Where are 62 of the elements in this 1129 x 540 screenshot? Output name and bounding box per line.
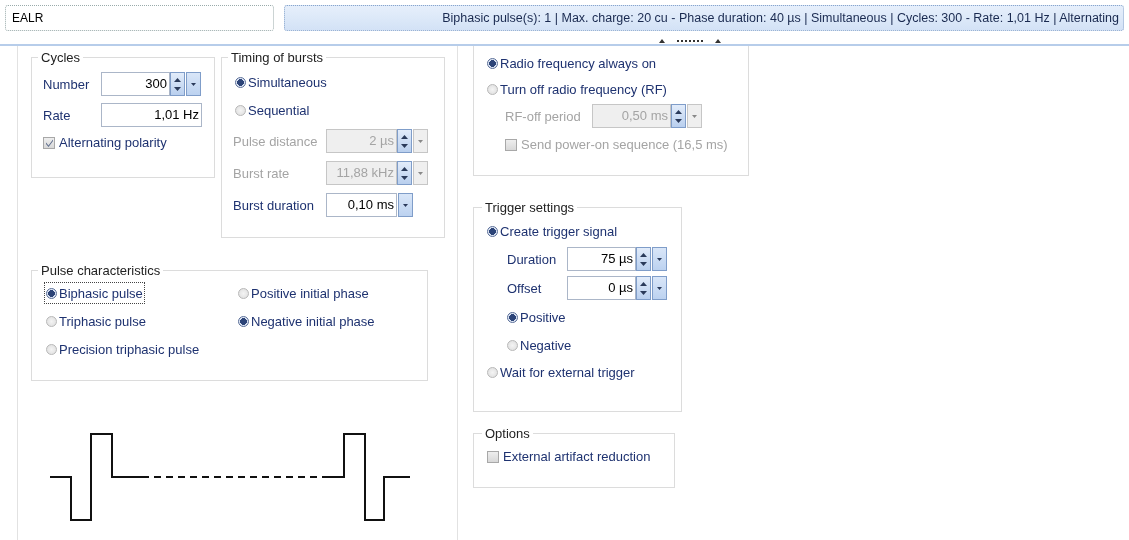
radio-button[interactable]: Biphasic pulse	[46, 284, 143, 302]
up-arrow-icon	[174, 77, 181, 82]
checkbox[interactable]: External artifact reduction	[487, 449, 651, 464]
group-title: Options	[484, 426, 531, 441]
field-label: Pulse distance	[233, 133, 319, 149]
caret-icon	[657, 257, 662, 261]
caret-icon	[657, 286, 662, 290]
up-arrow-icon	[401, 134, 408, 139]
group-title: Trigger settings	[484, 200, 576, 215]
up-arrow-icon	[640, 252, 647, 257]
down-arrow-icon	[174, 86, 181, 91]
radio-button[interactable]: Negative initial phase	[238, 312, 375, 330]
field-label: Rate	[43, 107, 72, 123]
field-label: Number	[43, 76, 91, 92]
radio-button[interactable]: Sequential	[235, 99, 310, 121]
radio-button[interactable]: Turn off radio frequency (RF)	[487, 78, 667, 100]
input-field[interactable]: 1,01 Hz	[101, 103, 202, 127]
down-arrow-icon	[640, 261, 647, 266]
dropdown-button[interactable]	[398, 193, 413, 217]
input-field[interactable]: 0,10 ms	[326, 193, 397, 217]
up-arrow-icon	[675, 109, 682, 114]
spin-buttons[interactable]	[397, 161, 412, 185]
caret-icon	[418, 139, 423, 143]
caret-icon	[403, 203, 408, 207]
spin-buttons[interactable]	[636, 276, 651, 300]
group-title: Cycles	[40, 50, 81, 65]
radio-button[interactable]: Precision triphasic pulse	[46, 340, 200, 358]
radio-button[interactable]: Simultaneous	[235, 71, 327, 93]
group-title: Pulse characteristics	[40, 263, 162, 278]
spin-buttons[interactable]	[636, 247, 651, 271]
splitter-grip-icon[interactable]	[658, 37, 721, 43]
radio-button[interactable]: Negative	[507, 334, 572, 356]
up-arrow-icon	[401, 166, 408, 171]
caret-icon	[191, 82, 196, 86]
down-arrow-icon	[401, 143, 408, 148]
spin-buttons[interactable]	[170, 72, 185, 96]
caret-icon	[692, 114, 697, 118]
checkbox[interactable]: Alternating polarity	[43, 135, 167, 150]
field-label: Burst rate	[233, 165, 291, 181]
down-arrow-icon	[675, 118, 682, 123]
radio-button[interactable]: Positive	[507, 306, 566, 328]
spin-buttons[interactable]	[671, 104, 686, 128]
down-arrow-icon	[640, 290, 647, 295]
summary-bar: Biphasic pulse(s): 1 | Max. charge: 20 cu - Phase duration: 40 µs | Simultaneous | Cycles: 300 - Rate: 1,01 Hz | Alternating	[284, 5, 1124, 31]
field-label: RF-off period	[505, 108, 582, 124]
field-label: Duration	[507, 251, 558, 267]
input-field[interactable]: 0 µs	[567, 276, 636, 300]
radio-button[interactable]: Triphasic pulse	[46, 312, 146, 330]
group-title: Timing of bursts	[230, 50, 324, 65]
field-label: Offset	[507, 280, 543, 296]
name-field[interactable]: EALR	[5, 5, 274, 31]
spin-buttons[interactable]	[397, 129, 412, 153]
radio-button[interactable]: Wait for external trigger	[487, 361, 635, 383]
radio-button[interactable]: Positive initial phase	[238, 284, 369, 302]
field-label: Burst duration	[233, 197, 315, 213]
radio-button[interactable]: Radio frequency always on	[487, 52, 657, 74]
radio-button[interactable]: Create trigger signal	[487, 220, 618, 242]
down-arrow-icon	[401, 175, 408, 180]
up-arrow-icon	[640, 281, 647, 286]
input-field[interactable]: 300	[101, 72, 170, 96]
caret-icon	[418, 171, 423, 175]
input-field[interactable]: 75 µs	[567, 247, 636, 271]
